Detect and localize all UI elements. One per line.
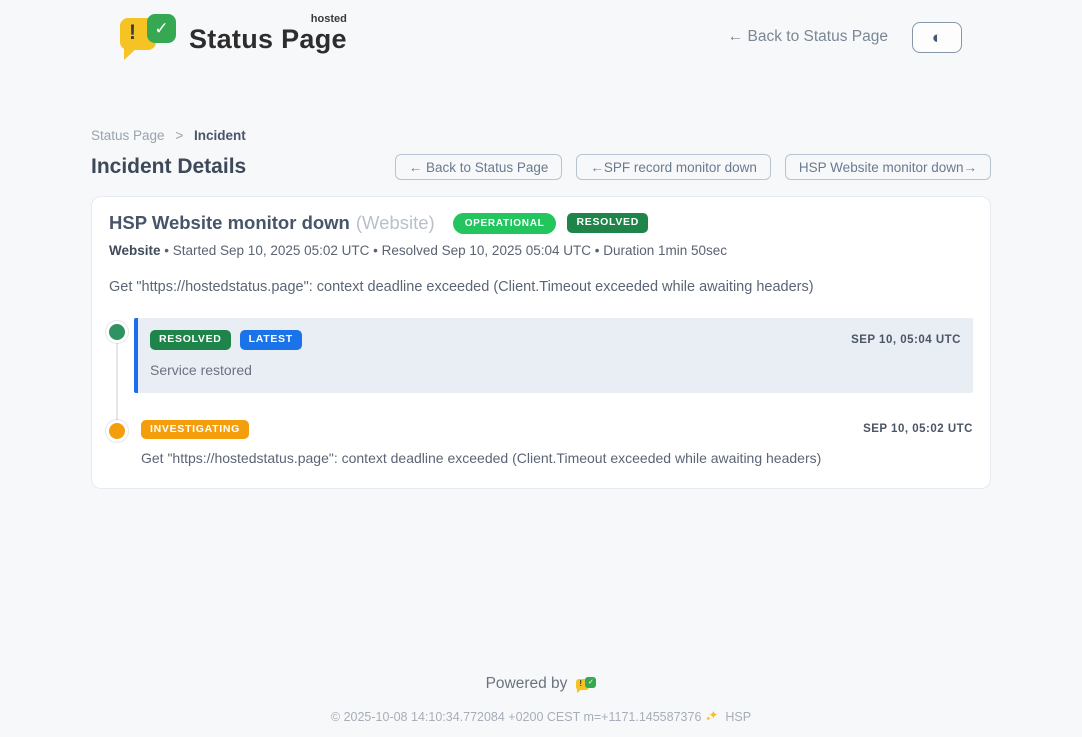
logo-bubble-tail xyxy=(577,689,582,693)
incident-meta: Website • Started Sep 10, 2025 05:02 UTC… xyxy=(109,243,973,258)
exclamation-icon: ! xyxy=(129,21,136,45)
timeline-entry-investigating: INVESTIGATING SEP 10, 05:02 UTC Get "htt… xyxy=(109,419,973,467)
page-footer: Powered by ! ✓ © 2025-10-08 14:10:34.772… xyxy=(0,675,1082,724)
incident-card: HSP Website monitor down (Website) OPERA… xyxy=(91,196,991,489)
timeline-dot-orange xyxy=(109,423,125,439)
contrast-icon: ◐ xyxy=(932,29,942,46)
copyright-line: © 2025-10-08 14:10:34.772084 +0200 CEST … xyxy=(0,710,1082,724)
copyright-text: © 2025-10-08 14:10:34.772084 +0200 CEST … xyxy=(331,710,702,724)
incident-meta-times: • Started Sep 10, 2025 05:02 UTC • Resol… xyxy=(164,243,727,258)
timeline-entry-content: INVESTIGATING SEP 10, 05:02 UTC Get "htt… xyxy=(141,419,973,467)
back-to-status-page-link[interactable]: ← Back to Status Page xyxy=(728,28,888,46)
logo-check-square: ✓ xyxy=(585,677,596,688)
timeline-entry-message: Service restored xyxy=(150,362,961,378)
logo-bubble-tail xyxy=(124,47,138,60)
incident-title: HSP Website monitor down xyxy=(109,212,350,234)
incident-nav-buttons: ← Back to Status Page ←SPF record monito… xyxy=(395,154,991,180)
footer-brand-suffix: HSP xyxy=(725,710,751,724)
timeline-entry-message: Get "https://hostedstatus.page": context… xyxy=(141,450,973,466)
check-icon: ✓ xyxy=(154,20,168,37)
incident-timeline: RESOLVED LATEST SEP 10, 05:04 UTC Servic… xyxy=(109,318,973,466)
powered-by: Powered by ! ✓ xyxy=(0,675,1082,693)
timeline-entry-content: RESOLVED LATEST SEP 10, 05:04 UTC Servic… xyxy=(134,318,973,393)
incident-meta-component: Website xyxy=(109,243,161,258)
latest-badge: LATEST xyxy=(240,330,302,350)
title-row: Incident Details ← Back to Status Page ←… xyxy=(91,154,991,180)
sparkles-icon: ✦ ✦ xyxy=(706,710,720,724)
logo-wordmark: Status Page hosted xyxy=(189,14,347,55)
page-title: Incident Details xyxy=(91,155,246,179)
breadcrumb-separator: > xyxy=(175,128,183,143)
prev-incident-button[interactable]: ←SPF record monitor down xyxy=(576,154,771,180)
investigating-badge: INVESTIGATING xyxy=(141,420,249,440)
header-actions: ← Back to Status Page ◐ xyxy=(728,22,962,53)
header-inner: ! ✓ Status Page hosted ← Back to Status … xyxy=(120,0,962,60)
next-incident-button[interactable]: HSP Website monitor down→ xyxy=(785,154,991,180)
status-page-logo-icon-small[interactable]: ! ✓ xyxy=(576,676,596,693)
exclamation-icon: ! xyxy=(579,679,582,688)
timeline-entry-badges-row: INVESTIGATING SEP 10, 05:02 UTC xyxy=(141,420,973,440)
resolved-badge: RESOLVED xyxy=(150,330,231,350)
timeline-dot-green xyxy=(109,324,125,340)
incident-description: Get "https://hostedstatus.page": context… xyxy=(109,279,973,295)
logo-check-square: ✓ xyxy=(147,14,176,43)
site-header: ! ✓ Status Page hosted ← Back to Status … xyxy=(0,0,1082,60)
status-page-logo-icon: ! ✓ xyxy=(120,14,176,60)
brand-logo[interactable]: ! ✓ Status Page hosted xyxy=(120,14,347,60)
theme-toggle-button[interactable]: ◐ xyxy=(912,22,962,53)
operational-badge: OPERATIONAL xyxy=(453,213,557,234)
timeline-entry-timestamp: SEP 10, 05:04 UTC xyxy=(851,334,961,346)
resolved-badge: RESOLVED xyxy=(567,213,648,233)
timeline-entry-timestamp: SEP 10, 05:02 UTC xyxy=(863,423,973,435)
check-icon: ✓ xyxy=(588,679,594,686)
incident-card-header: HSP Website monitor down (Website) OPERA… xyxy=(109,212,973,234)
incident-status-badges: OPERATIONAL RESOLVED xyxy=(453,213,648,234)
incident-component: (Website) xyxy=(356,212,435,234)
timeline-entry-resolved: RESOLVED LATEST SEP 10, 05:04 UTC Servic… xyxy=(109,318,973,393)
brand-superscript: hosted xyxy=(311,13,347,25)
powered-by-label: Powered by xyxy=(486,675,568,693)
breadcrumb: Status Page > Incident xyxy=(91,128,991,143)
main-content: Status Page > Incident Incident Details … xyxy=(91,128,991,489)
brand-name: Status Page xyxy=(189,24,347,54)
breadcrumb-incident: Incident xyxy=(194,128,246,143)
back-to-status-page-button[interactable]: ← Back to Status Page xyxy=(395,154,563,180)
breadcrumb-status-page[interactable]: Status Page xyxy=(91,128,165,143)
timeline-entry-badges-row: RESOLVED LATEST SEP 10, 05:04 UTC xyxy=(150,330,961,350)
